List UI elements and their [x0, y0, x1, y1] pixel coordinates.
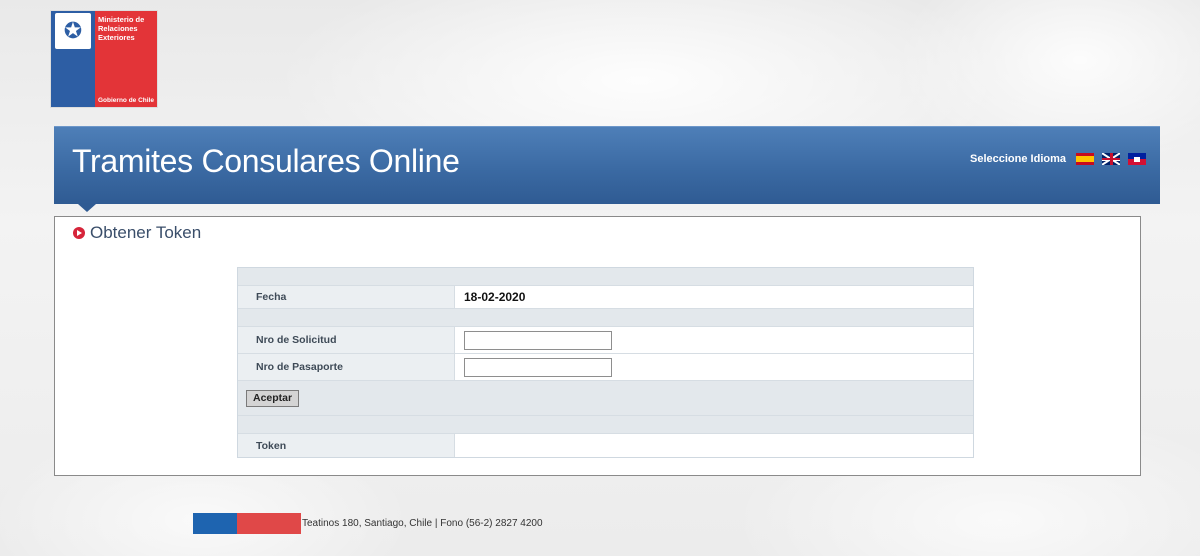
- aceptar-button[interactable]: Aceptar: [246, 389, 300, 407]
- haiti-flag-icon[interactable]: [1128, 153, 1146, 165]
- chile-crest-icon: ✪: [55, 13, 91, 49]
- fecha-label: Fecha: [238, 286, 455, 308]
- language-label: Seleccione Idioma: [970, 153, 1066, 165]
- ministry-logo: ✪ Ministerio de Relaciones Exteriores Go…: [50, 10, 158, 108]
- logo-ministry-text: Ministerio de Relaciones Exteriores: [98, 15, 145, 42]
- banner-pointer: [78, 204, 96, 212]
- logo-red-panel: Ministerio de Relaciones Exteriores Gobi…: [95, 11, 157, 107]
- solicitud-label: Nro de Solicitud: [238, 327, 455, 353]
- footer-blue-block: [193, 513, 237, 534]
- section-title: Obtener Token: [90, 223, 202, 242]
- logo-government-text: Gobierno de Chile: [98, 97, 154, 104]
- form-band-bottom: [238, 416, 973, 434]
- footer-address: Teatinos 180, Santiago, Chile | Fono (56…: [302, 518, 543, 529]
- token-form: Fecha 18-02-2020 Nro de Solicitud Nro de…: [237, 267, 974, 458]
- pasaporte-cell: [455, 354, 973, 380]
- fecha-row: Fecha 18-02-2020: [238, 286, 973, 309]
- footer: Teatinos 180, Santiago, Chile | Fono (56…: [193, 513, 543, 534]
- solicitud-input[interactable]: [464, 330, 612, 350]
- arrow-bullet-icon: [73, 227, 85, 239]
- content-panel: Obtener Token Fecha 18-02-2020 Nro de So…: [54, 216, 1141, 476]
- token-label: Token: [238, 434, 455, 457]
- token-value: [455, 434, 973, 457]
- header-banner: Tramites Consulares Online Seleccione Id…: [54, 126, 1160, 204]
- pasaporte-input[interactable]: [464, 357, 612, 377]
- form-band-middle: [238, 309, 973, 327]
- uk-flag-icon[interactable]: [1102, 153, 1120, 165]
- pasaporte-label: Nro de Pasaporte: [238, 354, 455, 380]
- token-row: Token: [238, 434, 973, 457]
- solicitud-row: Nro de Solicitud: [238, 327, 973, 354]
- pasaporte-row: Nro de Pasaporte: [238, 354, 973, 381]
- section-header: Obtener Token: [73, 223, 201, 243]
- language-selector: Seleccione Idioma: [970, 153, 1146, 165]
- footer-red-block: [237, 513, 301, 534]
- logo-blue-panel: ✪: [51, 11, 95, 107]
- form-action-row: Aceptar: [238, 381, 973, 416]
- fecha-value: 18-02-2020: [455, 286, 973, 308]
- page-title: Tramites Consulares Online: [72, 143, 460, 179]
- solicitud-cell: [455, 327, 973, 353]
- form-band-top: [238, 268, 973, 286]
- spain-flag-icon[interactable]: [1076, 153, 1094, 165]
